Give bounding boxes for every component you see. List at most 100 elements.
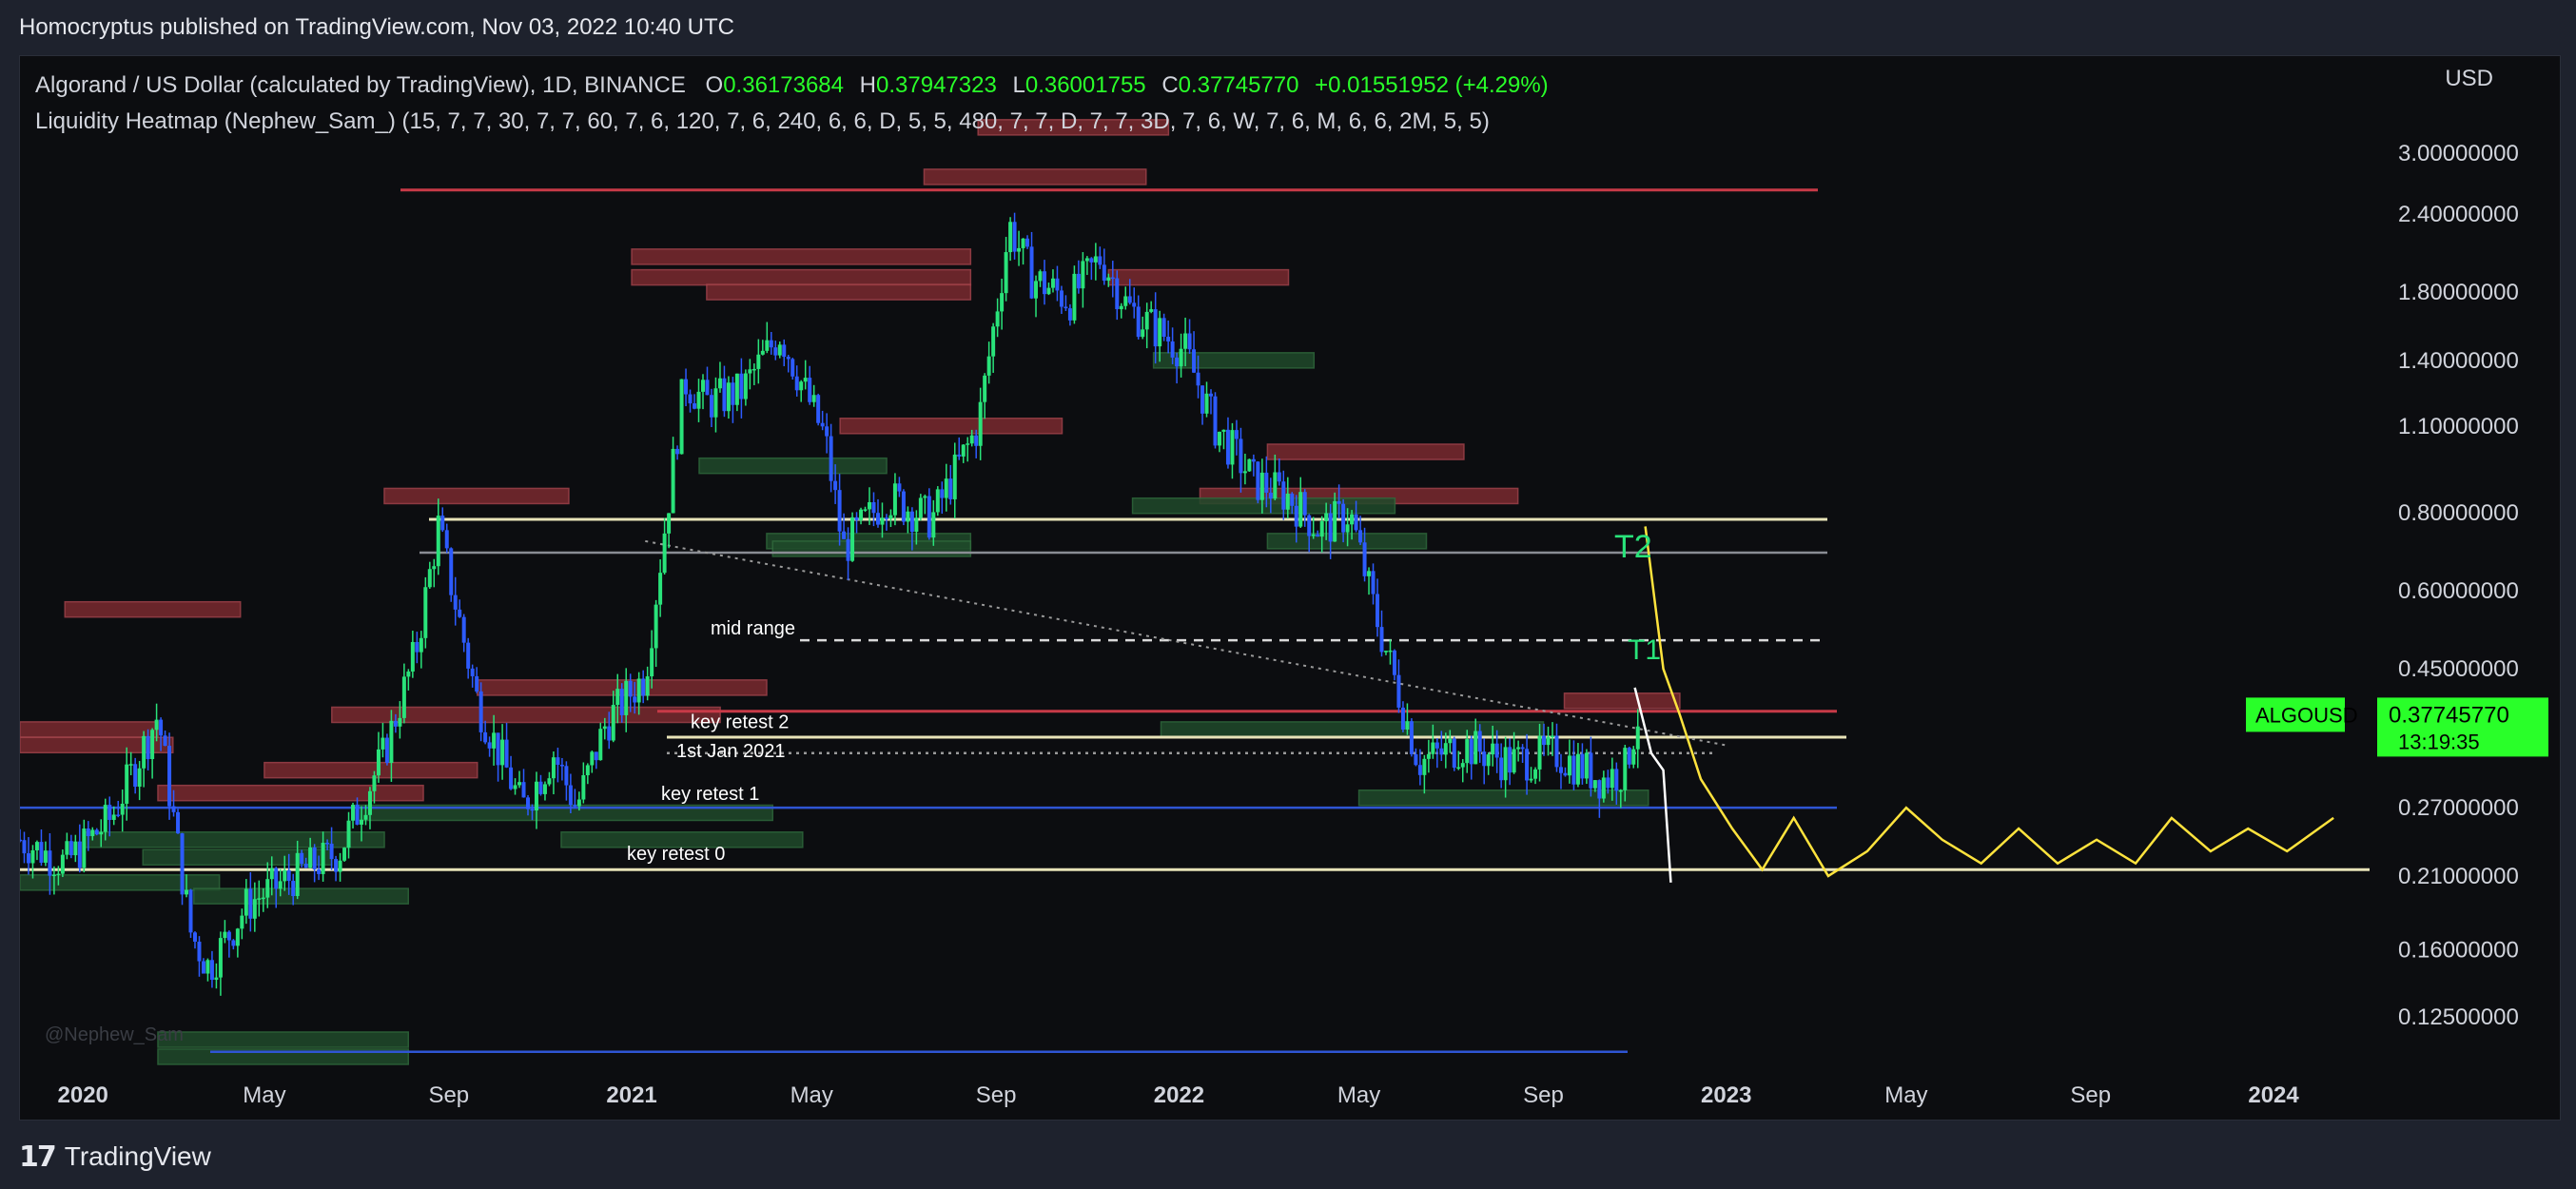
candle-body [406, 671, 411, 677]
candle-body [628, 680, 633, 697]
candle-body [389, 720, 394, 763]
candle-body [133, 764, 138, 788]
candle-body [1017, 247, 1022, 252]
candle-body [1123, 296, 1128, 306]
candle-body [1563, 772, 1568, 776]
candle-body [868, 501, 872, 510]
candle-body [808, 378, 812, 402]
tradingview-logo[interactable]: 𝟭𝟳 TradingView [19, 1141, 211, 1173]
candle-body [1512, 749, 1516, 773]
candle-body [748, 369, 752, 374]
candle-body [1324, 513, 1329, 521]
candle-body [944, 478, 948, 498]
candle-body [914, 517, 919, 533]
candle-body [731, 382, 735, 405]
candle-body [671, 448, 675, 514]
candle-body [709, 395, 713, 418]
time-tick-label: 2020 [58, 1082, 108, 1108]
candle-body [1345, 524, 1350, 533]
candle-body [615, 689, 620, 706]
candle-body [1601, 777, 1606, 799]
candle-body [717, 378, 722, 389]
candle-body [547, 778, 552, 785]
price-tick-label: 1.40000000 [2398, 348, 2519, 374]
candle-body [1115, 278, 1120, 310]
candle-body [794, 376, 799, 391]
candle-body [1465, 739, 1470, 764]
chart-panel[interactable]: mid range key retest 2 1st Jan 2021 key ret… [19, 55, 2561, 1121]
candle-body [1038, 271, 1043, 282]
candle-body [1200, 385, 1205, 414]
candle-body [82, 828, 87, 868]
price-chart[interactable]: mid range key retest 2 1st Jan 2021 key ret… [20, 56, 2560, 1120]
candle-body [892, 483, 897, 516]
candle-body [1132, 302, 1137, 307]
candle-body [376, 749, 381, 776]
candle-body [654, 604, 658, 649]
candle-body [338, 860, 342, 872]
candle-body [782, 344, 787, 358]
tradingview-brand: TradingView [64, 1141, 211, 1171]
candle-body [991, 326, 996, 357]
candle-body [1311, 534, 1316, 536]
heatmap-zone-buy [771, 540, 972, 557]
symbol-legend-row[interactable]: Algorand / US Dollar (calculated by Trad… [35, 68, 1549, 104]
time-tick-label: Sep [976, 1082, 1017, 1108]
candle-body [1187, 333, 1192, 350]
candle-body [850, 517, 855, 561]
candle-body [312, 847, 317, 869]
candle-body [538, 781, 543, 794]
candle-body [1277, 472, 1281, 482]
annotation-key-retest-0: key retest 0 [627, 844, 725, 865]
candle-body [931, 512, 936, 538]
candle-body [918, 497, 923, 518]
candle-body [581, 775, 586, 800]
candle-body [1093, 256, 1098, 263]
candle-body [303, 864, 308, 868]
candle-body [1209, 393, 1214, 397]
candle-body [995, 311, 1000, 327]
annotation-t1: T1 [1628, 634, 1661, 666]
indicator-legend-row[interactable]: Liquidity Heatmap (Nephew_Sam_) (15, 7, … [35, 104, 1549, 140]
candle-body [496, 732, 500, 766]
heatmap-zone-buy [82, 831, 385, 848]
candle-body [624, 680, 629, 715]
candle-body [688, 394, 693, 404]
candle-body [1298, 492, 1303, 527]
candle-body [1371, 571, 1376, 594]
candle-body [1551, 735, 1554, 737]
candle-body [1589, 752, 1593, 789]
heatmap-zone-sell [631, 248, 972, 265]
candle-body [150, 730, 155, 760]
price-tick-label: 0.80000000 [2398, 500, 2519, 526]
candle-body [300, 852, 304, 865]
candle-body [675, 448, 680, 455]
candle-body [231, 940, 236, 946]
candle-body [636, 678, 641, 703]
candle-body [1426, 753, 1431, 759]
candle-body [1379, 627, 1384, 653]
time-tick-label: 2022 [1154, 1082, 1204, 1108]
candle-body [107, 805, 112, 820]
candle-body [77, 841, 82, 868]
candle-body [1508, 747, 1512, 773]
candle-body [901, 491, 906, 522]
heatmap-zone-sell [839, 418, 1064, 435]
candle-body [261, 897, 265, 900]
candle-body [235, 928, 240, 946]
candle-body [393, 720, 398, 727]
open-value: 0.36173684 [723, 72, 844, 98]
candle-body [645, 676, 650, 696]
time-tick-label: 2023 [1701, 1082, 1751, 1108]
candle-body [568, 785, 573, 806]
candle-body [888, 515, 893, 519]
candle-body [176, 811, 181, 834]
annotation-mid-range: mid range [711, 618, 795, 639]
candle-body [829, 436, 833, 481]
candle-body [667, 513, 672, 534]
candle-body [1533, 769, 1538, 779]
heatmap-zone-sell [1266, 443, 1465, 460]
price-tick-label: 0.27000000 [2398, 795, 2519, 821]
candle-body [1409, 721, 1414, 755]
candle-body [948, 478, 953, 499]
